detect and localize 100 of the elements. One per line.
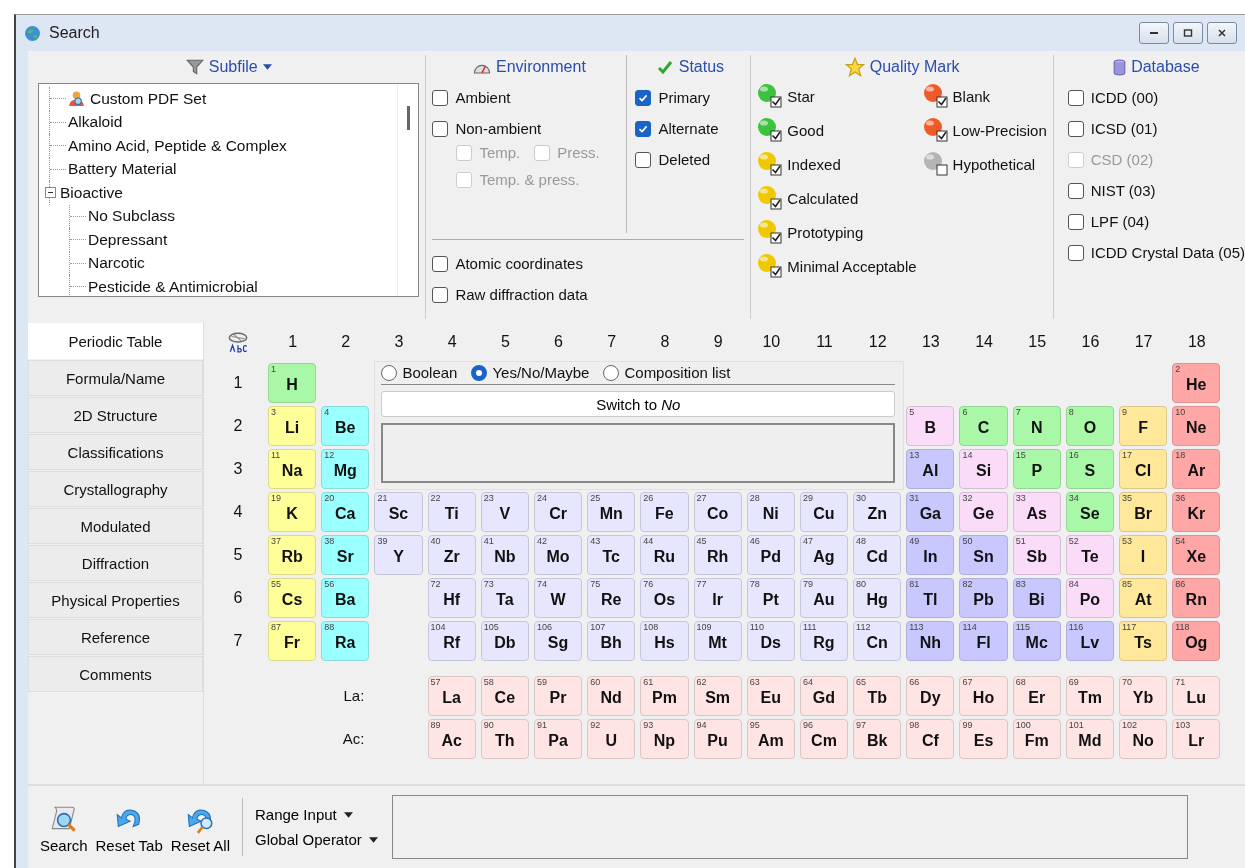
element-tile[interactable]: 53 I <box>1119 535 1168 575</box>
element-tile[interactable]: 45 Rh <box>693 535 742 575</box>
element-tile[interactable]: 76 Os <box>640 578 689 618</box>
element-tile[interactable]: 10 Ne <box>1172 406 1221 446</box>
element-tile[interactable]: 111 Rg <box>799 621 849 661</box>
element-tile[interactable]: 89 Ac <box>427 719 476 759</box>
element-tile[interactable]: 56 Ba <box>321 578 370 618</box>
checkbox-option[interactable]: Non-ambient <box>432 120 542 137</box>
element-tile[interactable]: 17 Cl <box>1119 449 1168 489</box>
switch-button[interactable]: Switch to No <box>381 391 896 417</box>
checkbox-option[interactable]: Primary <box>635 89 711 106</box>
element-tile[interactable]: 51 Sb <box>1012 535 1061 575</box>
collapse-icon[interactable] <box>45 187 56 199</box>
element-tile[interactable]: 26 Fe <box>640 492 689 532</box>
element-tile[interactable]: 102 No <box>1119 719 1168 759</box>
checkbox-option[interactable]: Atomic coordinates <box>432 255 583 272</box>
element-tile[interactable]: 2 He <box>1172 363 1221 403</box>
element-tile[interactable]: 86 Rn <box>1172 578 1221 618</box>
element-tile[interactable]: 37 Rb <box>268 535 317 575</box>
element-tile[interactable]: 63 Eu <box>746 676 795 716</box>
element-tile[interactable]: 75 Re <box>587 578 636 618</box>
element-tile[interactable]: 104 Rf <box>427 621 476 661</box>
checkbox-option[interactable]: ICSD (01) <box>1067 120 1158 137</box>
element-tile[interactable]: 20 Ca <box>321 492 370 532</box>
element-tile[interactable]: 35 Br <box>1119 492 1168 532</box>
tree-item[interactable]: Narcotic <box>88 254 145 273</box>
element-tile[interactable]: 33 As <box>1012 492 1061 532</box>
element-tile[interactable]: 46 Pd <box>746 535 795 575</box>
tree-item[interactable]: No Subclass <box>88 207 175 226</box>
dropdown-button[interactable]: Global Operator <box>253 829 380 850</box>
element-tile[interactable]: 41 Nb <box>480 535 529 575</box>
element-label-icon[interactable] <box>226 330 250 354</box>
element-tile[interactable]: 59 Pr <box>533 676 583 716</box>
element-tile[interactable]: 79 Au <box>799 578 849 618</box>
element-tile[interactable]: 30 Zn <box>853 492 902 532</box>
element-tile[interactable]: 97 Bk <box>853 719 902 759</box>
checkbox-option[interactable]: Ambient <box>432 89 511 106</box>
checkbox-option[interactable]: Deleted <box>635 151 711 168</box>
element-tile[interactable]: 61 Pm <box>640 676 689 716</box>
quality-option[interactable]: Prototyping <box>757 215 917 249</box>
element-tile[interactable]: 85 At <box>1119 578 1168 618</box>
element-tile[interactable]: 14 Si <box>959 449 1008 489</box>
element-tile[interactable]: 95 Am <box>746 719 795 759</box>
element-tile[interactable]: 54 Xe <box>1172 535 1221 575</box>
tree-item[interactable]: Custom PDF Set <box>90 89 207 108</box>
side-tab[interactable]: Reference <box>28 619 203 655</box>
restore-button[interactable] <box>1173 22 1203 44</box>
element-tile[interactable]: 91 Pa <box>533 719 583 759</box>
element-tile[interactable]: 60 Nd <box>587 676 636 716</box>
side-tab[interactable]: Diffraction <box>28 545 203 581</box>
element-tile[interactable]: 40 Zr <box>427 535 476 575</box>
element-tile[interactable]: 57 La <box>427 676 476 716</box>
radio-option[interactable]: Boolean <box>381 364 458 381</box>
radio-option[interactable]: Composition list <box>603 364 731 381</box>
element-tile[interactable]: 27 Co <box>693 492 742 532</box>
element-tile[interactable]: 38 Sr <box>321 535 370 575</box>
element-tile[interactable]: 28 Ni <box>746 492 795 532</box>
element-tile[interactable]: 58 Ce <box>480 676 529 716</box>
element-tile[interactable]: 19 K <box>268 492 317 532</box>
tree-item[interactable]: Depressant <box>88 230 168 249</box>
element-tile[interactable]: 82 Pb <box>959 578 1008 618</box>
element-tile[interactable]: 24 Cr <box>533 492 583 532</box>
element-tile[interactable]: 109 Mt <box>693 621 742 661</box>
element-tile[interactable]: 92 U <box>587 719 636 759</box>
element-tile[interactable]: 115 Mc <box>1012 621 1061 661</box>
element-tile[interactable]: 6 C <box>959 406 1008 446</box>
element-tile[interactable]: 112 Cn <box>853 621 902 661</box>
element-tile[interactable]: 5 B <box>906 406 955 446</box>
element-tile[interactable]: 68 Er <box>1012 676 1061 716</box>
quality-option[interactable]: Minimal Acceptable <box>757 249 917 283</box>
minimize-button[interactable] <box>1139 22 1169 44</box>
element-tile[interactable]: 18 Ar <box>1172 449 1221 489</box>
element-tile[interactable]: 72 Hf <box>427 578 476 618</box>
quality-option[interactable]: Indexed <box>757 147 917 181</box>
element-tile[interactable]: 13 Al <box>906 449 955 489</box>
quality-option[interactable]: Hypothetical <box>922 147 1047 181</box>
element-tile[interactable]: 108 Hs <box>640 621 689 661</box>
element-tile[interactable]: 11 Na <box>268 449 317 489</box>
element-tile[interactable]: 64 Gd <box>799 676 849 716</box>
element-tile[interactable]: 77 Ir <box>693 578 742 618</box>
quality-option[interactable]: Calculated <box>757 181 917 215</box>
query-field[interactable] <box>391 795 1188 859</box>
side-tab[interactable]: Formula/Name <box>28 360 203 396</box>
element-tile[interactable]: 94 Pu <box>693 719 742 759</box>
quality-option[interactable]: Low-Precision <box>922 113 1047 147</box>
element-tile[interactable]: 103 Lr <box>1172 719 1221 759</box>
element-tile[interactable]: 21 Sc <box>374 492 423 532</box>
subfile-dropdown[interactable]: Subfile <box>185 55 272 79</box>
checkbox-option[interactable]: ICDD Crystal Data (05) <box>1067 244 1245 261</box>
element-tile[interactable]: 49 In <box>906 535 955 575</box>
close-button[interactable] <box>1207 22 1237 44</box>
element-tile[interactable]: 25 Mn <box>587 492 636 532</box>
element-tile[interactable]: 118 Og <box>1172 621 1221 661</box>
radio-option[interactable]: Yes/No/Maybe <box>471 364 590 381</box>
element-tile[interactable]: 114 Fl <box>959 621 1008 661</box>
side-tab[interactable]: 2D Structure <box>28 397 203 433</box>
element-tile[interactable]: 7 N <box>1012 406 1061 446</box>
element-tile[interactable]: 36 Kr <box>1172 492 1221 532</box>
element-tile[interactable]: 81 Tl <box>906 578 955 618</box>
element-tile[interactable]: 83 Bi <box>1012 578 1061 618</box>
